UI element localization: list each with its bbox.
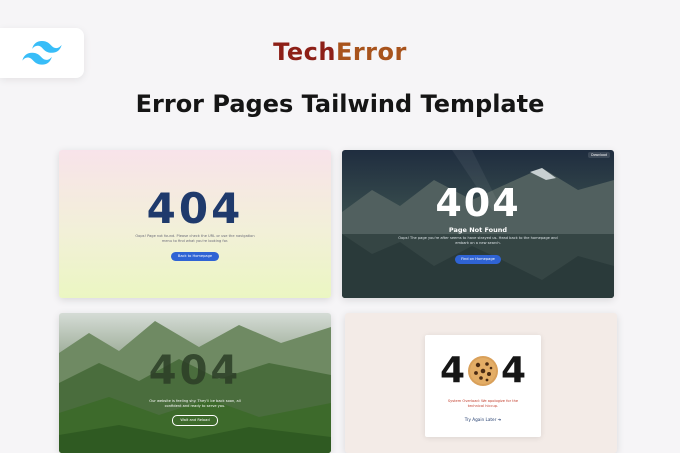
card-404-gradient[interactable]: 404 Oops! Page not found. Please check t… [59, 150, 331, 298]
error-panel: 4 4 System Overload: We apologize for th… [425, 335, 541, 437]
card-404-jungle[interactable]: 404 Our website is feeling shy. They'll … [59, 313, 331, 453]
find-on-homepage-button[interactable]: Find on Homepage [455, 255, 501, 264]
error-code: 404 [146, 184, 244, 233]
error-message: Oops! Page not found. Please check the U… [135, 234, 255, 243]
card-404-cookie[interactable]: 4 4 System Overload: We apologize for th… [345, 313, 617, 453]
brand-part-tech: Tech [273, 38, 336, 66]
digit-right: 4 [501, 350, 527, 391]
back-to-homepage-button[interactable]: Back to Homepage [171, 252, 219, 261]
try-again-later-link[interactable]: Try Again Later ➔ [425, 417, 541, 422]
download-tag[interactable]: Download [588, 152, 610, 158]
card-404-lake[interactable]: Download 404 Page Not Found Oops! The pa… [342, 150, 614, 298]
brand-part-error: Error [335, 38, 407, 66]
error-message: System Overload: We apologize for the te… [447, 399, 519, 408]
error-code: 404 [435, 181, 521, 225]
brand-logo: TechError [0, 38, 680, 66]
error-message: Our website is feeling shy. They'll be b… [149, 399, 241, 408]
error-code-with-cookie: 4 4 [425, 353, 541, 389]
error-subtitle: Page Not Found [448, 226, 508, 234]
page-title: Error Pages Tailwind Template [135, 90, 545, 118]
digit-left: 4 [439, 350, 465, 391]
cookie-icon [468, 356, 498, 386]
error-code: 404 [148, 348, 242, 394]
error-message: Oops! The page you're after seems to hav… [398, 236, 558, 245]
wait-and-reload-button[interactable]: Wait and Reload [172, 415, 218, 426]
